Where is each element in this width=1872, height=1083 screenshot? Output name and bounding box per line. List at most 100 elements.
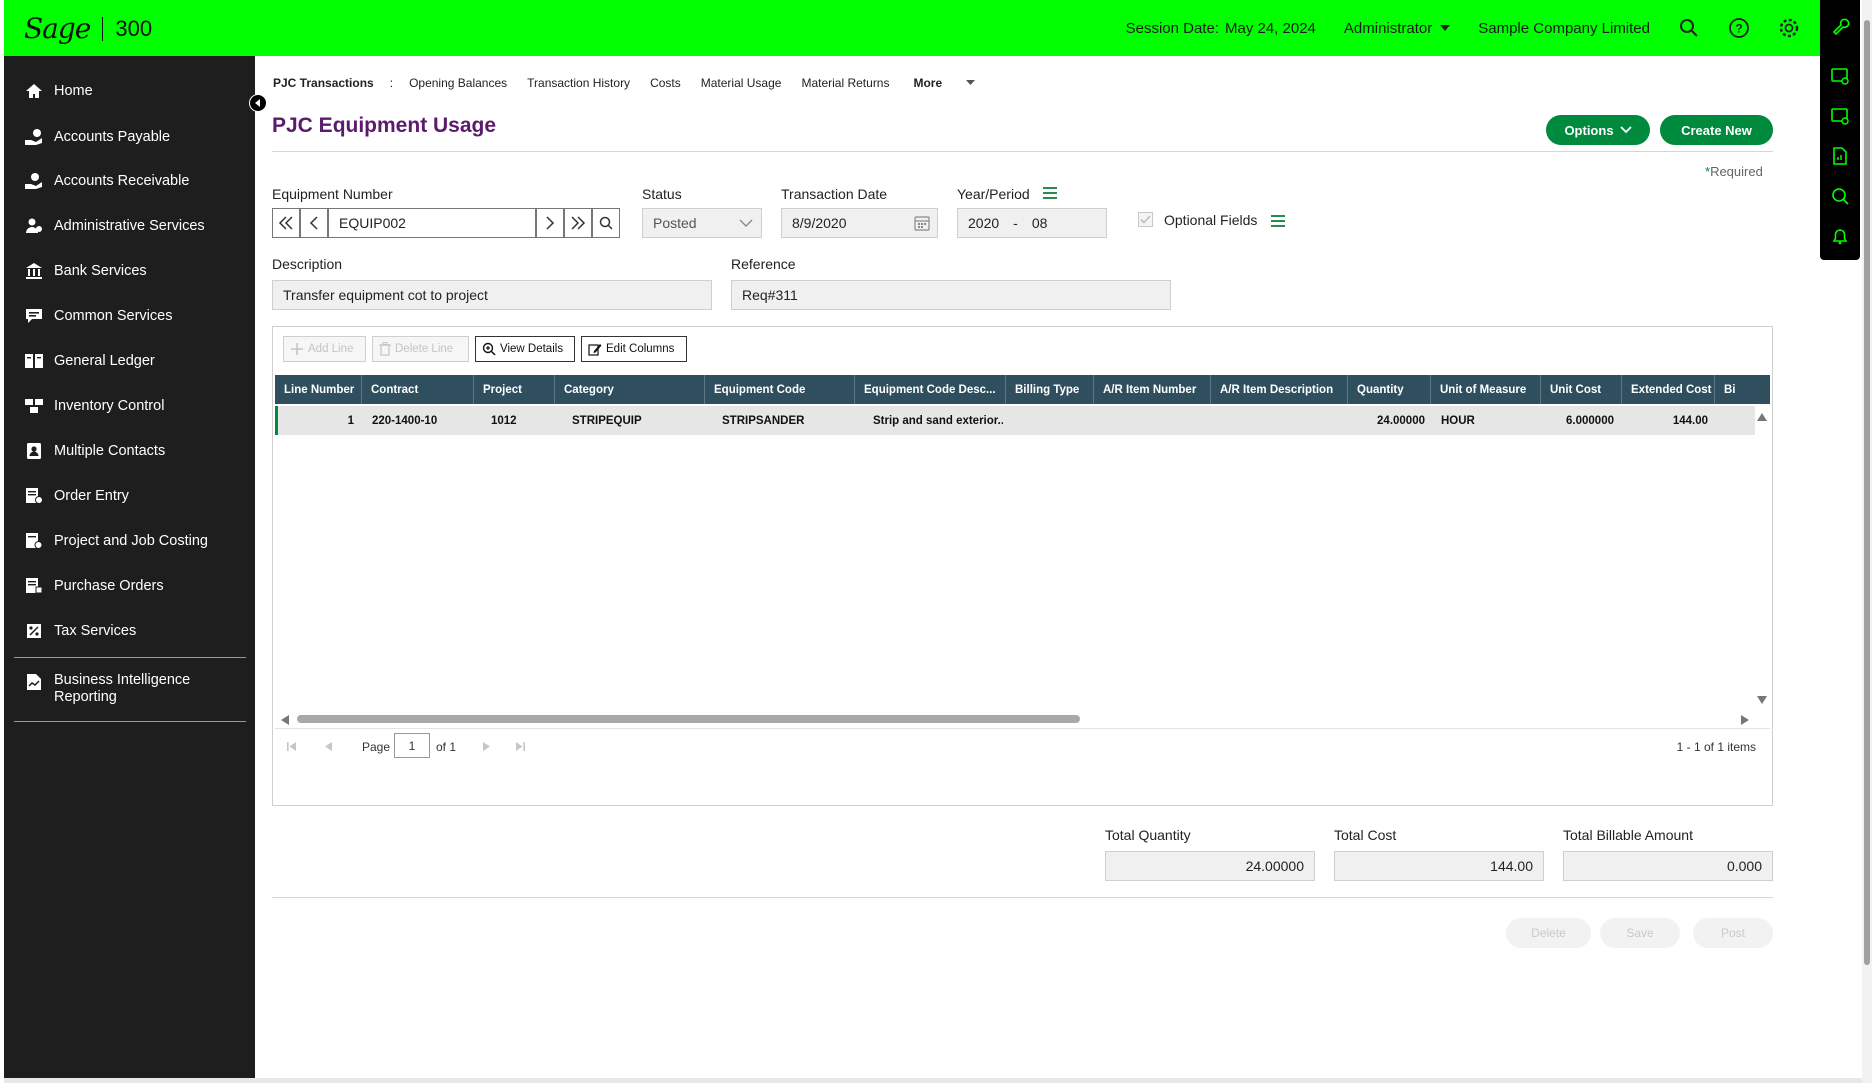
help-icon[interactable]: ?	[1728, 17, 1750, 39]
cell-unit-of-measure[interactable]: HOUR	[1441, 406, 1537, 435]
column-header-billing-truncated[interactable]: Bi	[1715, 375, 1747, 404]
reference-input[interactable]: Req#311	[731, 280, 1171, 310]
description-input[interactable]: Transfer equipment cot to project	[272, 280, 712, 310]
cell-quantity[interactable]: 24.00000	[1348, 406, 1425, 435]
cell-contract[interactable]: 220-1400-10	[372, 406, 472, 435]
sidebar-item-bank-services[interactable]: Bank Services	[4, 260, 255, 282]
search-icon	[599, 216, 613, 230]
cell-equipment-code[interactable]: STRIPSANDER	[722, 406, 852, 435]
cell-extended-cost[interactable]: 144.00	[1622, 406, 1708, 435]
pager-page-input[interactable]: 1	[394, 733, 430, 758]
status-select[interactable]: Posted	[642, 208, 762, 238]
cell-billing-type[interactable]	[1011, 406, 1091, 435]
pager-previous-icon[interactable]	[325, 742, 332, 751]
sidebar-item-multiple-contacts[interactable]: Multiple Contacts	[4, 440, 255, 462]
sidebar-item-common-services[interactable]: Common Services	[4, 305, 255, 327]
save-button[interactable]: Save	[1600, 918, 1680, 948]
column-header-extended-cost[interactable]: Extended Cost	[1622, 375, 1715, 404]
equipment-finder-button[interactable]	[592, 208, 620, 238]
column-header-unit-of-measure[interactable]: Unit of Measure	[1431, 375, 1541, 404]
tab-pjc-transactions[interactable]: PJC Transactions	[273, 76, 374, 90]
column-header-ar-item-number[interactable]: A/R Item Number	[1094, 375, 1211, 404]
wrench-icon[interactable]	[1830, 16, 1850, 36]
sidebar-item-general-ledger[interactable]: General Ledger	[4, 350, 255, 372]
cell-ar-item-description[interactable]	[1216, 406, 1344, 435]
sidebar-item-purchase-orders[interactable]: Purchase Orders	[4, 575, 255, 597]
cell-line-number[interactable]: 1	[275, 406, 354, 435]
options-button[interactable]: Options	[1546, 115, 1650, 145]
optional-fields-menu-icon[interactable]	[1271, 215, 1285, 227]
cell-project[interactable]: 1012	[491, 406, 551, 435]
sidebar-item-project-and-job-costing[interactable]: Project and Job Costing	[4, 530, 255, 552]
post-button[interactable]: Post	[1693, 918, 1773, 948]
company-name[interactable]: Sample Company Limited	[1478, 20, 1650, 37]
column-header-line-number[interactable]: Line Number	[275, 375, 362, 404]
column-header-project[interactable]: Project	[474, 375, 555, 404]
column-header-contract[interactable]: Contract	[362, 375, 474, 404]
next-record-button[interactable]	[536, 208, 564, 238]
delete-line-button[interactable]: Delete Line	[372, 336, 469, 362]
column-header-category[interactable]: Category	[555, 375, 705, 404]
grid-scroll-down-arrow-icon[interactable]	[1757, 696, 1767, 704]
column-header-equipment-code-description[interactable]: Equipment Code Desc...	[855, 375, 1006, 404]
column-header-billing-type[interactable]: Billing Type	[1006, 375, 1094, 404]
column-header-quantity[interactable]: Quantity	[1348, 375, 1431, 404]
grid-horizontal-scroll-thumb[interactable]	[297, 715, 1080, 723]
cell-ar-item-number[interactable]	[1099, 406, 1209, 435]
bell-icon[interactable]	[1830, 226, 1850, 246]
sidebar-item-tax-services[interactable]: Tax Services	[4, 620, 255, 642]
sidebar-item-inventory-control[interactable]: Inventory Control	[4, 395, 255, 417]
cell-category[interactable]: STRIPEQUIP	[572, 406, 702, 435]
add-line-button[interactable]: Add Line	[283, 336, 366, 362]
first-record-button[interactable]	[272, 208, 300, 238]
sidebar-item-home[interactable]: Home	[4, 80, 255, 102]
screen-settings-icon[interactable]	[1830, 66, 1850, 86]
tab-opening-balances[interactable]: Opening Balances	[409, 76, 507, 90]
last-record-button[interactable]	[564, 208, 592, 238]
year-period-input[interactable]: 2020 - 08	[957, 208, 1107, 238]
tab-transaction-history[interactable]: Transaction History	[527, 76, 630, 90]
inquiry-icon[interactable]	[1830, 186, 1850, 206]
gear-icon[interactable]	[1778, 17, 1800, 39]
sidebar-item-accounts-receivable[interactable]: Accounts Receivable	[4, 170, 255, 192]
column-header-ar-item-description[interactable]: A/R Item Description	[1211, 375, 1348, 404]
edit-columns-button[interactable]: Edit Columns	[581, 336, 687, 362]
grid-scroll-up-arrow-icon[interactable]	[1757, 413, 1767, 421]
grid-scroll-left-arrow-icon[interactable]	[281, 715, 289, 725]
pager-first-icon[interactable]	[287, 742, 297, 751]
page-scroll-thumb[interactable]	[1864, 20, 1870, 965]
tab-costs[interactable]: Costs	[650, 76, 681, 90]
view-details-button[interactable]: View Details	[475, 336, 575, 362]
column-header-equipment-code[interactable]: Equipment Code	[705, 375, 855, 404]
cell-unit-cost[interactable]: 6.000000	[1541, 406, 1614, 435]
previous-record-button[interactable]	[300, 208, 328, 238]
page-vertical-scrollbar[interactable]	[1862, 0, 1872, 1083]
sidebar-collapse-button[interactable]	[249, 94, 267, 112]
equipment-number-input[interactable]: EQUIP002	[328, 208, 536, 238]
search-icon[interactable]	[1678, 17, 1700, 39]
tab-material-returns[interactable]: Material Returns	[801, 76, 889, 90]
create-new-button[interactable]: Create New	[1660, 115, 1773, 145]
column-header-unit-cost[interactable]: Unit Cost	[1541, 375, 1622, 404]
order-entry-icon	[24, 486, 44, 506]
year-period-menu-icon[interactable]	[1043, 187, 1057, 199]
pager-next-icon[interactable]	[483, 742, 490, 751]
optional-fields-checkbox[interactable]	[1138, 212, 1153, 227]
sidebar-item-accounts-payable[interactable]: Accounts Payable	[4, 126, 255, 148]
cell-equipment-code-description[interactable]: Strip and sand exterior...	[873, 406, 1003, 435]
report-icon[interactable]	[1830, 146, 1850, 166]
tab-material-usage[interactable]: Material Usage	[701, 76, 782, 90]
grid-scroll-right-arrow-icon[interactable]	[1741, 715, 1749, 725]
transaction-date-input[interactable]: 8/9/2020	[781, 208, 938, 238]
delete-button[interactable]: Delete	[1506, 918, 1591, 948]
sidebar-item-administrative-services[interactable]: Administrative Services	[4, 215, 255, 237]
sidebar-item-business-intelligence-reporting[interactable]: Business Intelligence Reporting	[4, 670, 255, 706]
screen-refresh-icon[interactable]	[1830, 106, 1850, 126]
tab-more[interactable]: More	[913, 76, 976, 90]
table-row[interactable]: 1 220-1400-10 1012 STRIPEQUIP STRIPSANDE…	[275, 406, 1755, 435]
user-menu[interactable]: Administrator	[1344, 20, 1451, 37]
pager-last-icon[interactable]	[515, 742, 525, 751]
sidebar-item-order-entry[interactable]: Order Entry	[4, 485, 255, 507]
calendar-icon[interactable]	[914, 215, 930, 231]
sage-logo[interactable]: Sage 300	[24, 12, 152, 45]
